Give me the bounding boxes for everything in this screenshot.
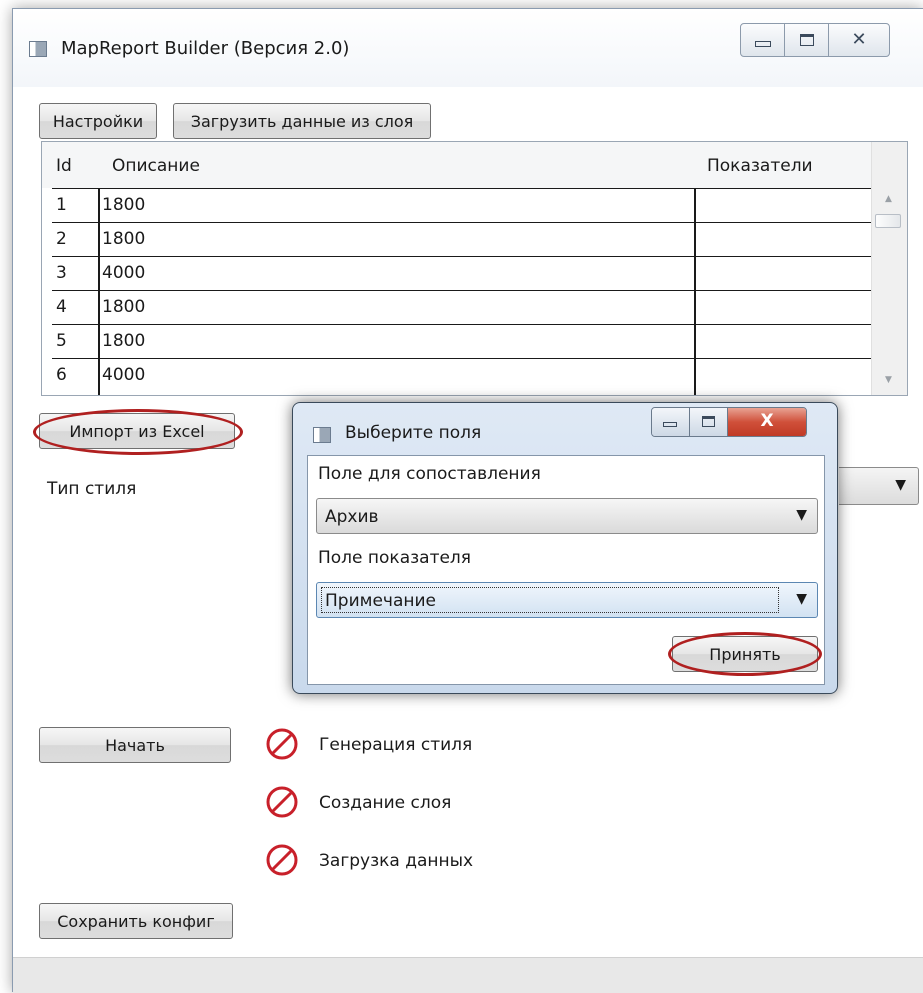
- style-type-combobox[interactable]: ▼: [839, 467, 919, 505]
- chevron-down-icon: ▼: [895, 477, 906, 493]
- blocked-icon: [266, 728, 298, 760]
- app-icon: [29, 41, 47, 57]
- match-field-combobox[interactable]: Архив ▼: [316, 498, 818, 534]
- table-row[interactable]: 3 4000: [52, 256, 872, 290]
- dialog-maximize-button[interactable]: [690, 408, 728, 436]
- window-controls: ✕: [740, 23, 890, 57]
- save-config-button[interactable]: Сохранить конфиг: [39, 903, 233, 939]
- chevron-down-icon: ▼: [796, 591, 807, 607]
- dialog-title: Выберите поля: [345, 423, 482, 443]
- settings-button[interactable]: Настройки: [39, 103, 157, 139]
- title-bar: MapReport Builder (Версия 2.0) ✕: [13, 9, 923, 87]
- cell-description: 1800: [102, 229, 146, 249]
- status-bar: [13, 957, 923, 993]
- close-icon: ✕: [851, 29, 867, 50]
- scrollbar-thumb[interactable]: [875, 214, 901, 228]
- import-excel-button[interactable]: Импорт из Excel: [39, 413, 235, 449]
- cell-description: 1800: [102, 331, 146, 351]
- column-header-indicators[interactable]: Показатели: [707, 156, 813, 176]
- column-divider: [694, 188, 696, 395]
- accept-button[interactable]: Принять: [672, 636, 818, 672]
- maximize-icon: [800, 34, 814, 46]
- blocked-icon: [266, 786, 298, 818]
- table-row[interactable]: 4 1800: [52, 290, 872, 324]
- indicator-field-value: Примечание: [325, 591, 436, 611]
- step-layer-creation-label: Создание слоя: [319, 793, 452, 813]
- cell-description: 1800: [102, 195, 146, 215]
- dialog-close-button[interactable]: X: [728, 408, 806, 436]
- close-button[interactable]: ✕: [829, 24, 889, 56]
- table-row[interactable]: 6 4000: [52, 358, 872, 395]
- grid-header: Id Описание Показатели: [42, 142, 872, 188]
- column-header-description[interactable]: Описание: [112, 156, 200, 176]
- dialog-window-controls: X: [651, 407, 807, 437]
- column-header-id[interactable]: Id: [56, 156, 72, 176]
- step-style-generation-label: Генерация стиля: [319, 735, 473, 755]
- minimize-button[interactable]: [741, 24, 785, 56]
- cell-id: 3: [56, 263, 67, 283]
- scroll-down-icon[interactable]: ▼: [885, 375, 892, 385]
- minimize-icon: [755, 41, 771, 47]
- minimize-icon: [663, 422, 677, 427]
- chevron-down-icon: ▼: [796, 507, 807, 523]
- style-type-label: Тип стиля: [47, 479, 137, 499]
- load-layer-data-button[interactable]: Загрузить данные из слоя: [173, 103, 431, 139]
- grid-body: 1 1800 2 1800 3 4000 4 1800 5 1800 6 400…: [52, 188, 872, 395]
- cell-description: 1800: [102, 297, 146, 317]
- table-row[interactable]: 1 1800: [52, 188, 872, 222]
- match-field-value: Архив: [325, 507, 379, 527]
- select-fields-dialog: Выберите поля X Поле для сопоставления А…: [292, 402, 838, 694]
- cell-description: 4000: [102, 263, 146, 283]
- dialog-content: Поле для сопоставления Архив ▼ Поле пока…: [307, 455, 825, 685]
- table-row[interactable]: 5 1800: [52, 324, 872, 358]
- indicator-field-combobox[interactable]: Примечание ▼: [316, 582, 818, 618]
- cell-id: 4: [56, 297, 67, 317]
- close-icon: X: [760, 411, 774, 431]
- cell-id: 6: [56, 365, 67, 385]
- step-data-loading-label: Загрузка данных: [319, 851, 474, 871]
- dialog-minimize-button[interactable]: [652, 408, 690, 436]
- scroll-up-icon[interactable]: ▲: [885, 194, 892, 204]
- cell-id: 5: [56, 331, 67, 351]
- maximize-button[interactable]: [785, 24, 829, 56]
- window-title: MapReport Builder (Версия 2.0): [61, 38, 350, 59]
- cell-description: 4000: [102, 365, 146, 385]
- table-row[interactable]: 2 1800: [52, 222, 872, 256]
- cell-id: 1: [56, 195, 67, 215]
- blocked-icon: [266, 844, 298, 876]
- dialog-app-icon: [313, 427, 331, 443]
- data-grid[interactable]: Id Описание Показатели 1 1800 2 1800 3 4…: [41, 141, 908, 396]
- cell-id: 2: [56, 229, 67, 249]
- grid-scrollbar[interactable]: ▲ ▼: [871, 142, 907, 395]
- maximize-icon: [702, 416, 715, 427]
- grid-left-edge: [52, 188, 872, 189]
- match-field-label: Поле для сопоставления: [318, 464, 541, 484]
- indicator-field-label: Поле показателя: [318, 548, 472, 568]
- start-button[interactable]: Начать: [39, 727, 231, 763]
- column-divider: [98, 188, 100, 395]
